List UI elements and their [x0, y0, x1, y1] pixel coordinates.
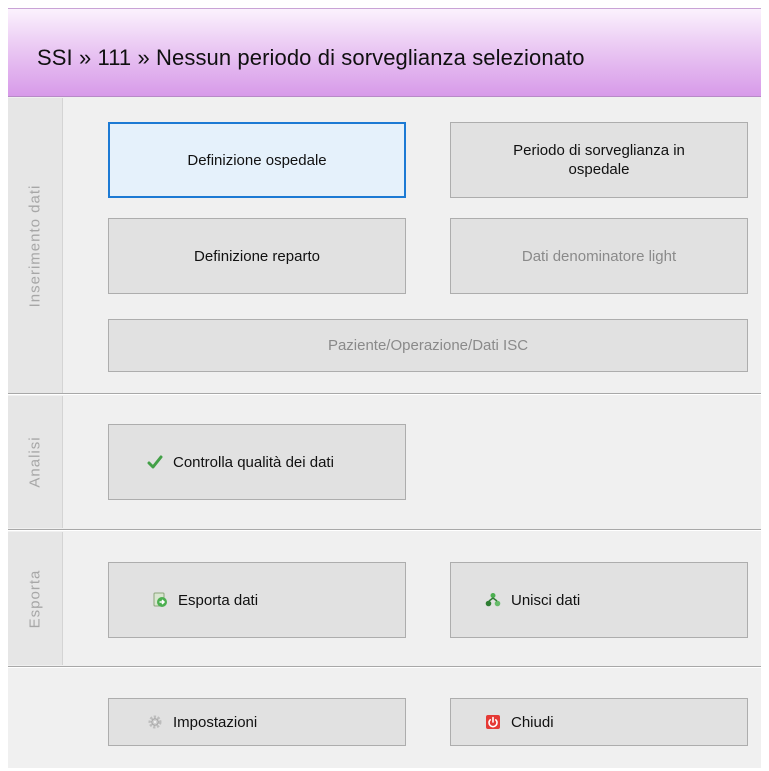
definizione-reparto-button[interactable]: Definizione reparto — [108, 218, 406, 294]
section-label-inserimento: Inserimento dati — [8, 98, 63, 393]
section-esporta-label: Esporta — [26, 569, 44, 628]
definizione-ospedale-label: Definizione ospedale — [187, 151, 327, 169]
impostazioni-button[interactable]: Impostazioni — [108, 698, 406, 746]
divider — [8, 529, 761, 531]
divider — [8, 666, 761, 668]
definizione-reparto-label: Definizione reparto — [194, 247, 320, 265]
paziente-operazione-button[interactable]: Paziente/Operazione/Dati ISC — [108, 319, 748, 372]
section-label-analisi: Analisi — [8, 396, 63, 528]
chiudi-button[interactable]: Chiudi — [450, 698, 748, 746]
controlla-qualita-label: Controlla qualità dei dati — [173, 453, 334, 471]
unisci-dati-button[interactable]: Unisci dati — [450, 562, 748, 638]
export-icon — [152, 592, 168, 608]
dati-denominatore-label: Dati denominatore light — [521, 247, 677, 265]
chiudi-label: Chiudi — [511, 713, 554, 731]
periodo-sorveglianza-button[interactable]: Periodo di sorveglianza in ospedale — [450, 122, 748, 198]
impostazioni-label: Impostazioni — [173, 713, 258, 731]
section-analisi-label: Analisi — [26, 436, 44, 488]
main-window: SSI » 111 » Nessun periodo di sorveglian… — [8, 8, 761, 768]
paziente-operazione-label: Paziente/Operazione/Dati ISC — [327, 337, 529, 354]
section-label-esporta: Esporta — [8, 532, 63, 665]
merge-icon — [485, 592, 501, 608]
periodo-sorveglianza-label: Periodo di sorveglianza in ospedale — [513, 142, 685, 178]
title-header: SSI » 111 » Nessun periodo di sorveglian… — [8, 8, 761, 97]
dati-denominatore-button[interactable]: Dati denominatore light — [450, 218, 748, 294]
section-inserimento-label: Inserimento dati — [26, 184, 44, 307]
check-icon — [147, 454, 163, 470]
esporta-dati-button[interactable]: Esporta dati — [108, 562, 406, 638]
esporta-dati-label: Esporta dati — [178, 591, 259, 609]
divider — [8, 393, 761, 395]
controlla-qualita-button[interactable]: Controlla qualità dei dati — [108, 424, 406, 500]
definizione-ospedale-button[interactable]: Definizione ospedale — [108, 122, 406, 198]
page-title: SSI » 111 » Nessun periodo di sorveglian… — [37, 45, 585, 70]
gear-icon — [147, 714, 163, 730]
power-icon — [485, 714, 501, 730]
unisci-dati-label: Unisci dati — [511, 591, 581, 609]
